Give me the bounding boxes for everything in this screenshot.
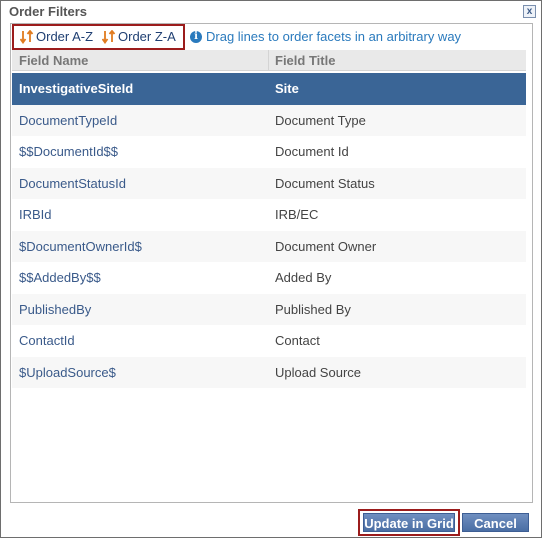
update-button-highlight: Update in Grid <box>358 509 460 536</box>
field-name-cell: ContactId <box>19 333 75 348</box>
sort-descending-icon <box>102 29 116 44</box>
table-row[interactable]: IRBId IRB/EC <box>12 199 526 231</box>
table-row[interactable]: $DocumentOwnerId$ Document Owner <box>12 230 526 262</box>
field-title-cell: Document Id <box>275 144 349 159</box>
field-title-cell: Contact <box>275 333 320 348</box>
field-title-cell: Site <box>275 81 299 96</box>
column-header-field-title[interactable]: Field Title <box>275 53 335 68</box>
sort-button-group: Order A-Z Order Z-A <box>12 24 185 50</box>
field-title-cell: Document Status <box>275 175 375 191</box>
order-za-label: Order Z-A <box>118 29 176 44</box>
field-title-cell: IRB/EC <box>275 207 319 222</box>
field-name-cell: $$AddedBy$$ <box>19 270 101 285</box>
field-name-cell: DocumentTypeId <box>19 112 118 128</box>
sort-ascending-icon <box>20 29 34 44</box>
field-title-cell: Added By <box>275 270 332 285</box>
field-name-cell: $$DocumentId$$ <box>19 144 119 159</box>
column-divider <box>268 50 269 71</box>
table-row[interactable]: $$DocumentId$$ Document Id <box>12 136 526 168</box>
table-row[interactable]: PublishedBy Published By <box>12 293 526 325</box>
drag-hint-text: Drag lines to order facets in an arbitra… <box>206 29 462 44</box>
field-name-cell: InvestigativeSiteId <box>19 81 134 96</box>
dialog-titlebar: Order Filters x <box>2 2 540 22</box>
table-row[interactable]: InvestigativeSiteId Site <box>12 73 526 105</box>
order-az-label: Order A-Z <box>36 29 94 44</box>
field-title-cell: Published By <box>275 301 351 317</box>
field-title-cell: Upload Source <box>275 364 361 380</box>
grid-header: Field Name Field Title <box>12 50 526 71</box>
info-icon: i <box>190 30 202 43</box>
order-panel: Order A-Z Order Z-A i Drag lines to orde… <box>10 23 533 503</box>
toolbar: Order A-Z Order Z-A i Drag lines to orde… <box>11 24 532 50</box>
field-name-cell: IRBId <box>19 207 52 222</box>
order-az-button[interactable]: Order A-Z <box>20 29 93 44</box>
order-za-button[interactable]: Order Z-A <box>102 29 176 44</box>
cancel-button[interactable]: Cancel <box>462 513 529 532</box>
table-row[interactable]: $UploadSource$ Upload Source <box>12 356 526 388</box>
field-name-cell: $DocumentOwnerId$ <box>19 238 142 254</box>
update-in-grid-button[interactable]: Update in Grid <box>363 513 455 532</box>
field-name-cell: DocumentStatusId <box>19 175 126 191</box>
column-header-field-name[interactable]: Field Name <box>19 53 88 68</box>
dialog-title: Order Filters <box>9 4 88 19</box>
table-row[interactable]: DocumentTypeId Document Type <box>12 104 526 136</box>
drag-hint: i Drag lines to order facets in an arbit… <box>190 29 461 44</box>
close-icon[interactable]: x <box>523 5 536 18</box>
table-row[interactable]: ContactId Contact <box>12 325 526 357</box>
order-filters-dialog: Order Filters x Order A-Z Order Z-A i Dr… <box>0 0 542 538</box>
field-title-cell: Document Owner <box>275 238 377 254</box>
grid-rows: InvestigativeSiteId Site DocumentTypeId Doc… <box>12 73 526 388</box>
field-name-cell: PublishedBy <box>19 301 92 317</box>
field-title-cell: Document Type <box>275 112 366 128</box>
field-name-cell: $UploadSource$ <box>19 364 116 380</box>
table-row[interactable]: $$AddedBy$$ Added By <box>12 262 526 294</box>
table-row[interactable]: DocumentStatusId Document Status <box>12 167 526 199</box>
